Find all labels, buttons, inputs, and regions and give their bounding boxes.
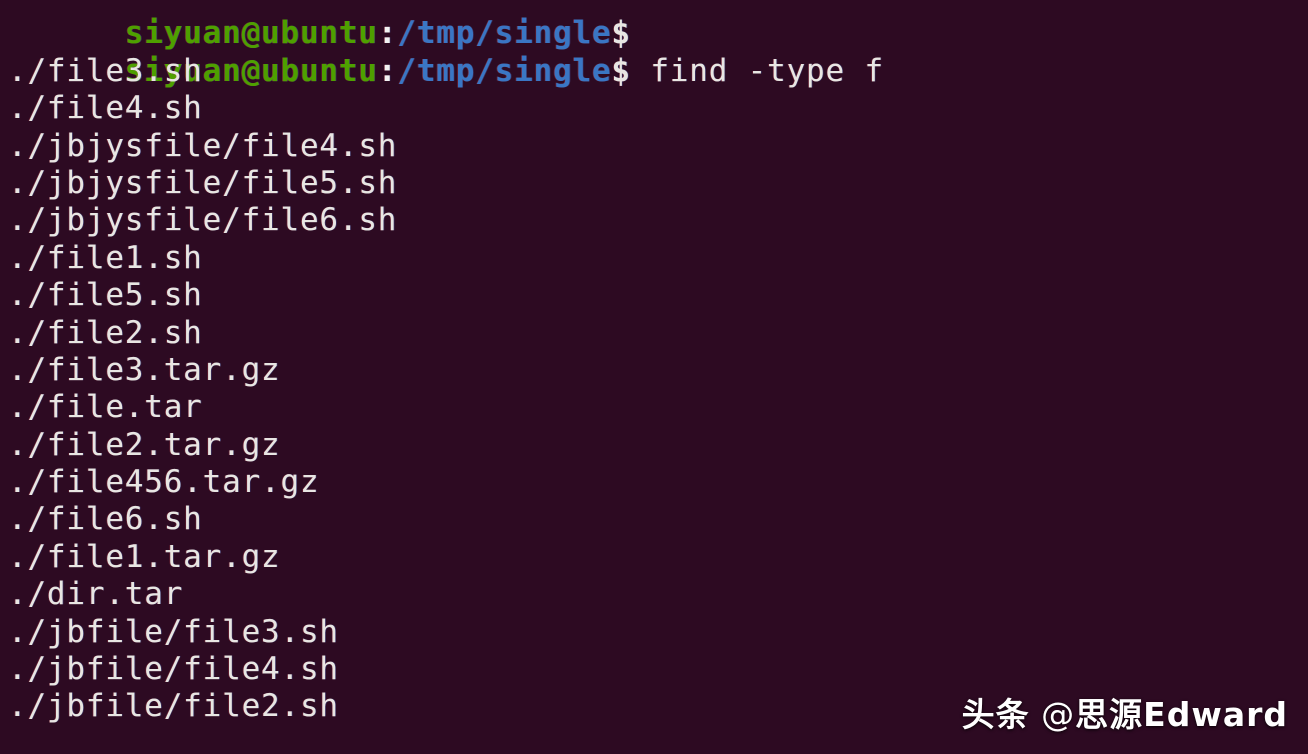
prompt-path: /tmp/single xyxy=(397,15,612,52)
prompt-sigil: $ xyxy=(611,52,631,89)
output-line: ./file2.sh xyxy=(8,314,203,351)
prompt-separator: : xyxy=(377,15,398,52)
output-line: ./file1.tar.gz xyxy=(8,538,281,575)
output-line: ./jbjysfile/file6.sh xyxy=(8,202,398,239)
output-line: ./jbfile/file3.sh xyxy=(8,613,339,650)
prompt-sigil: $ xyxy=(611,15,631,52)
command-output: ./file3.sh ./file4.sh ./jbjysfile/file4.sh… xyxy=(0,53,1308,726)
watermark-at-sign: @ xyxy=(1029,695,1076,734)
output-line: ./file5.sh xyxy=(8,277,203,314)
watermark: 头条 @思源Edward xyxy=(962,688,1288,736)
terminal-prompt-line-previous: siyuan@ubuntu:/tmp/single$ xyxy=(0,0,1308,51)
output-line: ./file456.tar.gz xyxy=(8,464,320,501)
prompt-path: /tmp/single xyxy=(397,52,612,89)
output-line: ./jbfile/file4.sh xyxy=(8,651,339,688)
prompt-user-host: siyuan@ubuntu xyxy=(124,15,378,52)
watermark-platform: 头条 xyxy=(961,695,1030,734)
output-line: ./dir.tar xyxy=(8,576,184,613)
output-line: ./file1.sh xyxy=(8,239,203,276)
output-line: ./jbjysfile/file5.sh xyxy=(8,164,398,201)
terminal-window[interactable]: siyuan@ubuntu:/tmp/single$ siyuan@ubuntu… xyxy=(0,0,1308,754)
terminal-screen[interactable]: siyuan@ubuntu:/tmp/single$ siyuan@ubuntu… xyxy=(0,0,1308,754)
command-text: find -type f xyxy=(650,52,884,89)
output-line: ./jbjysfile/file4.sh xyxy=(8,127,398,164)
watermark-author: 思源Edward xyxy=(1075,695,1288,734)
prompt-separator: : xyxy=(377,52,398,89)
output-line: ./file.tar xyxy=(8,389,203,426)
output-line: ./file2.tar.gz xyxy=(8,426,281,463)
output-line: ./file3.tar.gz xyxy=(8,351,281,388)
output-line: ./file6.sh xyxy=(8,501,203,538)
output-line: ./file4.sh xyxy=(8,90,203,127)
